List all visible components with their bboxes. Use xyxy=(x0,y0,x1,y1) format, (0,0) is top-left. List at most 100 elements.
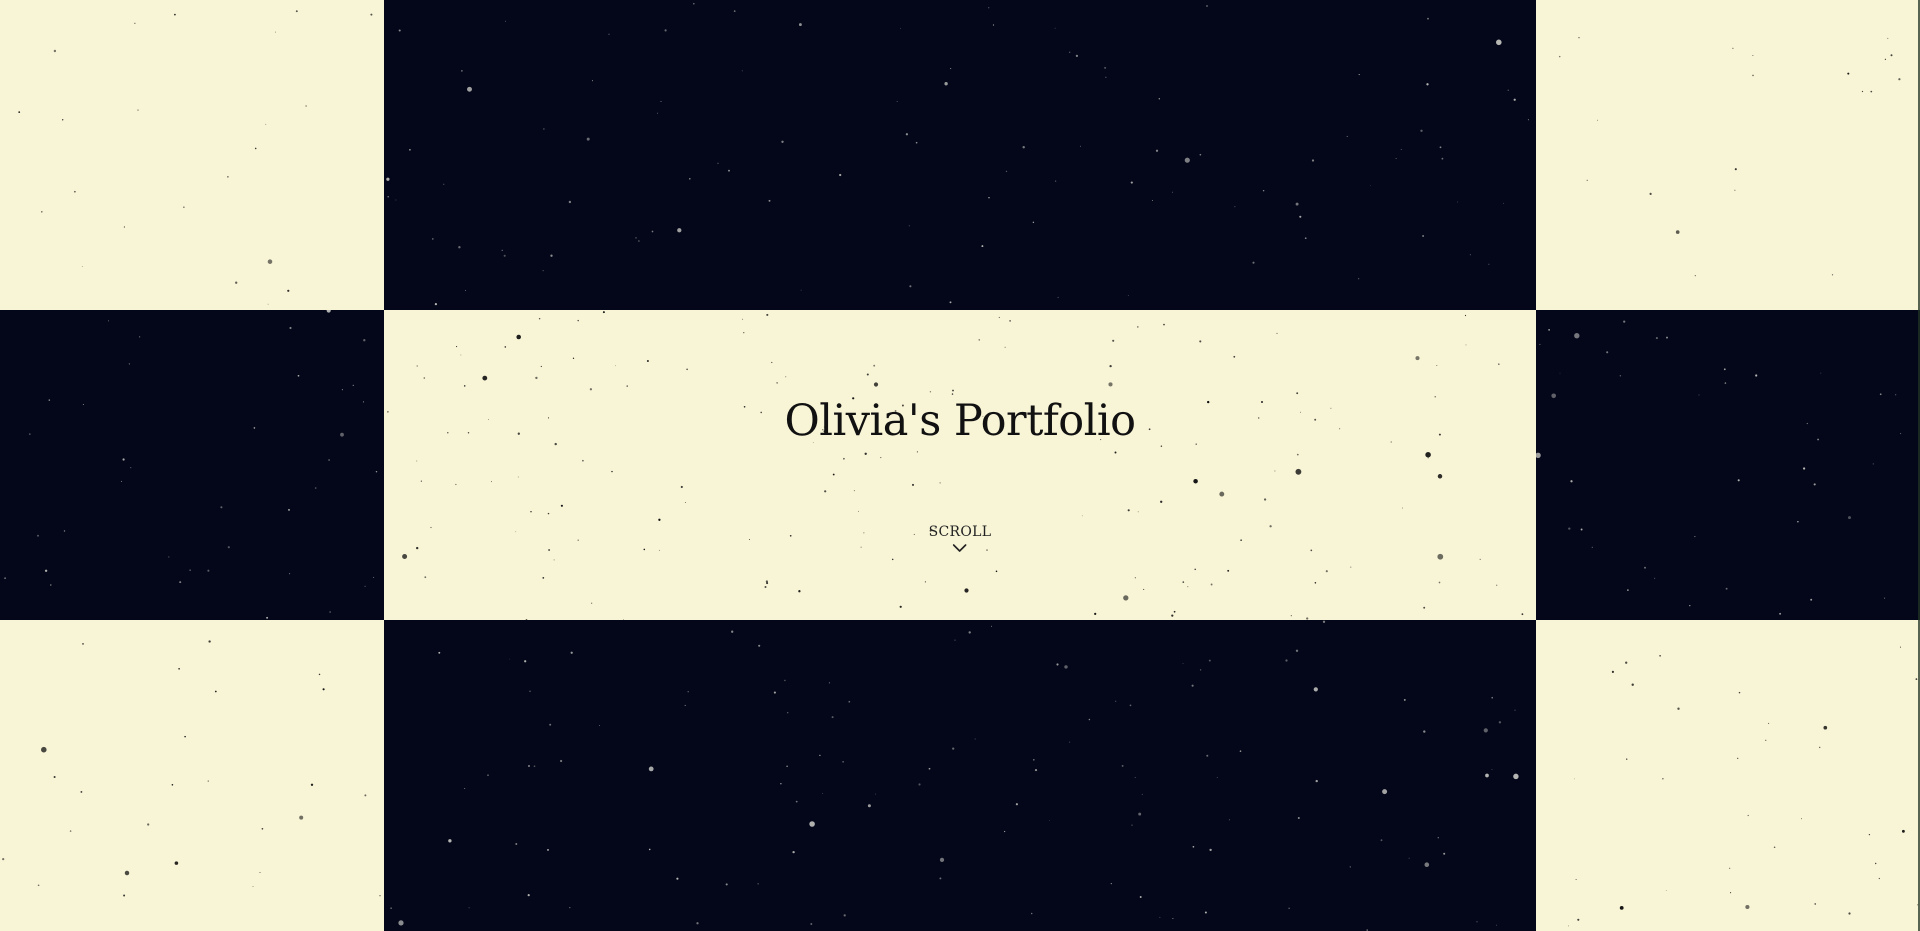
star xyxy=(1408,857,1410,859)
star xyxy=(638,240,640,242)
star xyxy=(74,190,76,193)
star-field xyxy=(1558,37,1901,277)
background-tile-top-right xyxy=(1536,0,1920,310)
star xyxy=(189,569,191,571)
star xyxy=(648,766,654,772)
star xyxy=(529,690,531,692)
star xyxy=(379,895,381,897)
star xyxy=(1732,47,1734,49)
star xyxy=(501,249,503,252)
star xyxy=(1204,911,1207,914)
star xyxy=(41,746,47,753)
star xyxy=(944,82,948,86)
star xyxy=(1597,119,1598,121)
star xyxy=(1069,741,1071,743)
star xyxy=(1297,816,1300,820)
star xyxy=(50,584,52,586)
star xyxy=(1568,925,1569,927)
star xyxy=(1159,916,1161,918)
star xyxy=(992,24,995,26)
star xyxy=(1878,877,1880,880)
star xyxy=(831,716,834,719)
star xyxy=(1131,824,1133,826)
star xyxy=(1820,372,1822,374)
star xyxy=(261,827,264,830)
star xyxy=(1069,51,1071,53)
star xyxy=(254,147,257,150)
star xyxy=(1802,467,1806,470)
star xyxy=(1568,527,1571,530)
star xyxy=(1848,516,1851,520)
star xyxy=(1206,754,1209,757)
star xyxy=(1064,665,1068,669)
star xyxy=(1779,612,1782,615)
star xyxy=(547,848,549,851)
star xyxy=(130,467,132,469)
star xyxy=(288,508,290,511)
star xyxy=(1349,866,1351,868)
star xyxy=(318,673,321,676)
star xyxy=(299,815,304,820)
star xyxy=(1752,54,1754,56)
star xyxy=(915,141,918,144)
star xyxy=(1054,180,1057,182)
star xyxy=(124,870,130,876)
star xyxy=(137,109,139,111)
star xyxy=(1813,483,1816,486)
star xyxy=(252,886,254,887)
star xyxy=(1115,700,1117,702)
star xyxy=(1491,696,1493,699)
star xyxy=(147,823,150,826)
star xyxy=(267,259,273,264)
star xyxy=(1496,924,1497,926)
star xyxy=(63,530,66,532)
star xyxy=(810,923,813,925)
star xyxy=(1738,691,1741,694)
star xyxy=(1503,202,1504,204)
star xyxy=(533,765,536,768)
star xyxy=(183,206,185,208)
star xyxy=(1773,846,1776,849)
star xyxy=(1424,862,1430,867)
star xyxy=(340,432,344,437)
star xyxy=(1575,879,1577,880)
star xyxy=(1591,546,1593,548)
star xyxy=(1121,764,1124,767)
star xyxy=(1380,839,1383,842)
star xyxy=(559,759,563,763)
star xyxy=(896,101,898,102)
star xyxy=(974,738,976,740)
star xyxy=(1747,814,1749,817)
star xyxy=(900,27,901,29)
star xyxy=(329,611,331,613)
star xyxy=(503,254,506,257)
star xyxy=(41,211,43,213)
star xyxy=(62,119,64,121)
scroll-button[interactable]: SCROLL xyxy=(929,525,992,553)
star xyxy=(1130,181,1133,184)
star xyxy=(1034,769,1038,772)
star xyxy=(1134,776,1136,778)
star xyxy=(757,883,759,885)
star xyxy=(1677,707,1680,710)
star xyxy=(784,679,786,682)
star xyxy=(266,616,269,619)
star xyxy=(1513,773,1519,780)
star xyxy=(504,20,507,22)
star xyxy=(822,792,824,794)
background-tile-middle-left xyxy=(0,310,384,620)
star xyxy=(1574,778,1575,780)
star xyxy=(362,401,365,403)
star xyxy=(527,894,530,897)
star xyxy=(524,660,527,663)
star xyxy=(1734,168,1737,171)
star xyxy=(988,196,990,199)
star xyxy=(1872,463,1874,465)
star xyxy=(1745,904,1750,910)
star xyxy=(1252,261,1255,264)
scroll-label: SCROLL xyxy=(928,524,992,540)
star xyxy=(1806,422,1808,425)
star xyxy=(1199,153,1202,156)
star xyxy=(123,894,126,897)
star xyxy=(1694,536,1696,538)
